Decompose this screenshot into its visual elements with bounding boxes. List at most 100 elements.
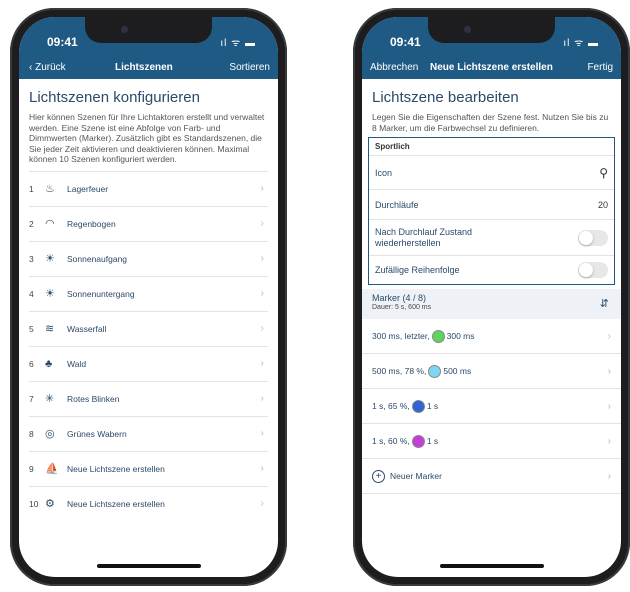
color-swatch [431, 329, 445, 343]
scene-number: 5 [29, 323, 34, 334]
sort-button[interactable]: Sortieren [229, 62, 270, 73]
scene-label: Grünes Wabern [67, 428, 127, 439]
marker-info: 300 ms, letzter, [372, 331, 430, 341]
scene-list-item[interactable]: 1 ♨ Lagerfeuer › [29, 170, 268, 206]
marker-info: 500 ms, 78 %, [372, 366, 427, 376]
restore-label: Nach Durchlauf Zustand wiederherstellen [375, 226, 473, 248]
phone-right: 09:41 ıl ᯤ ▬ Abbrechen Neue Lichtszene e… [353, 8, 630, 586]
scene-label: Sonnenaufgang [67, 253, 128, 264]
marker-row[interactable]: 500 ms, 78 %, 500 ms › [362, 354, 621, 389]
status-time: 09:41 [390, 35, 421, 49]
marker-duration: Dauer: 5 s, 600 ms [372, 304, 432, 311]
waves-icon: ◎ [45, 428, 55, 440]
notch [85, 17, 212, 43]
marker-duration-value: 1 s [426, 436, 439, 446]
cycles-value: 20 [597, 199, 608, 210]
marker-list: 300 ms, letzter, 300 ms › 500 ms, 78 %, 500 … [362, 319, 621, 459]
nav-title: Lichtszenen [115, 62, 173, 73]
chevron-right-icon: › [607, 435, 611, 447]
cycles-row[interactable]: Durchläufe 20 [369, 190, 614, 220]
color-swatch [428, 364, 442, 378]
notch [428, 17, 555, 43]
scene-number: 9 [29, 463, 34, 474]
page-description: Legen Sie die Eigenschaften der Szene fe… [372, 112, 609, 133]
scene-list-item[interactable]: 6 ♣ Wald › [29, 345, 268, 381]
marker-row[interactable]: 1 s, 65 %, 1 s › [362, 389, 621, 424]
scene-number: 7 [29, 393, 34, 404]
random-label: Zufällige Reihenfolge [375, 265, 460, 275]
chevron-right-icon: › [260, 393, 264, 404]
status-bar: 09:41 ıl ᯤ ▬ [362, 17, 621, 57]
scene-number: 4 [29, 288, 34, 299]
page-title: Lichtszenen konfigurieren [29, 89, 200, 106]
restore-toggle[interactable] [578, 229, 608, 246]
marker-row[interactable]: 300 ms, letzter, 300 ms › [362, 319, 621, 354]
scene-label: Rotes Blinken [67, 393, 120, 404]
scene-list-item[interactable]: 3 ☀ Sonnenaufgang › [29, 240, 268, 276]
scene-number: 2 [29, 218, 34, 229]
icon-label: Icon [375, 167, 393, 178]
scene-label: Regenbogen [67, 218, 116, 229]
scene-label: Neue Lichtszene erstellen [67, 498, 165, 509]
screen-scene-edit: 09:41 ıl ᯤ ▬ Abbrechen Neue Lichtszene e… [362, 17, 621, 577]
bicycle-icon: ⚙ [45, 498, 55, 510]
nav-bar: Abbrechen Neue Lichtszene erstellen Fert… [362, 57, 621, 79]
scene-number: 6 [29, 358, 34, 369]
page-description: Hier können Szenen für Ihre Lichtaktoren… [29, 112, 265, 164]
random-toggle[interactable] [578, 262, 608, 278]
chevron-right-icon: › [260, 428, 264, 439]
status-icons: ıl ᯤ ▬ [220, 38, 256, 49]
plus-icon: + [372, 469, 385, 483]
sort-icon[interactable]: ⇵ [600, 297, 609, 310]
cancel-button[interactable]: Abbrechen [370, 62, 418, 73]
scene-number: 10 [29, 498, 39, 509]
scene-properties-box: Sportlich Icon ⚲ Durchläufe 20 Nach Durc… [368, 137, 615, 285]
scene-list-item[interactable]: 8 ◎ Grünes Wabern › [29, 415, 268, 451]
add-marker-button[interactable]: + Neuer Marker › [362, 459, 621, 494]
status-time: 09:41 [47, 35, 78, 49]
page-title: Lichtszene bearbeiten [372, 89, 519, 106]
home-indicator [97, 564, 201, 568]
chevron-right-icon: › [260, 323, 264, 334]
chevron-right-icon: › [260, 218, 264, 229]
marker-header: Marker (4 / 8) Dauer: 5 s, 600 ms ⇵ [362, 289, 621, 319]
scene-list-item[interactable]: 2 ◠ Regenbogen › [29, 205, 268, 241]
scene-list: 1 ♨ Lagerfeuer › 2 ◠ Regenbogen › 3 ☀ Sonnenaufgan… [29, 170, 268, 521]
marker-info: 1 s, 65 %, [372, 401, 410, 411]
chevron-right-icon: › [607, 330, 611, 342]
color-swatch [411, 434, 425, 448]
nav-title: Neue Lichtszene erstellen [430, 62, 553, 73]
chevron-right-icon: › [607, 365, 611, 377]
toggle-knob [579, 263, 593, 277]
marker-duration-value: 300 ms [446, 331, 475, 341]
bicycle-icon: ⚲ [599, 165, 608, 180]
marker-title: Marker (4 / 8) [372, 293, 427, 303]
marker-row[interactable]: 1 s, 60 %, 1 s › [362, 424, 621, 459]
scene-label: Lagerfeuer [67, 183, 109, 194]
scene-list-item[interactable]: 5 ≋ Wasserfall › [29, 310, 268, 346]
chevron-right-icon: › [260, 463, 264, 474]
chevron-right-icon: › [260, 253, 264, 264]
back-button[interactable]: ‹ Zurück [29, 62, 66, 73]
scene-list-item[interactable]: 9 ⛵ Neue Lichtszene erstellen › [29, 450, 268, 486]
status-bar: 09:41 ıl ᯤ ▬ [19, 17, 278, 57]
home-indicator [440, 564, 544, 568]
phone-left: 09:41 ıl ᯤ ▬ ‹ Zurück Lichtszenen Sortie… [10, 8, 287, 586]
done-button[interactable]: Fertig [587, 62, 613, 73]
blinking-light-icon: ✳ [45, 393, 55, 405]
cycles-label: Durchläufe [375, 199, 419, 210]
toggle-knob [579, 230, 593, 245]
icon-row[interactable]: Icon ⚲ [369, 156, 614, 190]
add-marker-label: Neuer Marker [390, 471, 442, 481]
scene-label: Wald [67, 358, 87, 369]
rainbow-icon: ◠ [45, 218, 55, 230]
camera [464, 26, 471, 33]
status-icons: ıl ᯤ ▬ [563, 38, 599, 49]
scene-name-field[interactable]: Sportlich [369, 138, 614, 156]
scene-list-item[interactable]: 7 ✳ Rotes Blinken › [29, 380, 268, 416]
scene-list-item[interactable]: 10 ⚙ Neue Lichtszene erstellen › [29, 485, 268, 521]
color-swatch [411, 399, 425, 413]
sunset-icon: ☀ [45, 288, 55, 300]
scene-list-item[interactable]: 4 ☀ Sonnenuntergang › [29, 275, 268, 311]
forest-icon: ♣ [45, 357, 53, 370]
